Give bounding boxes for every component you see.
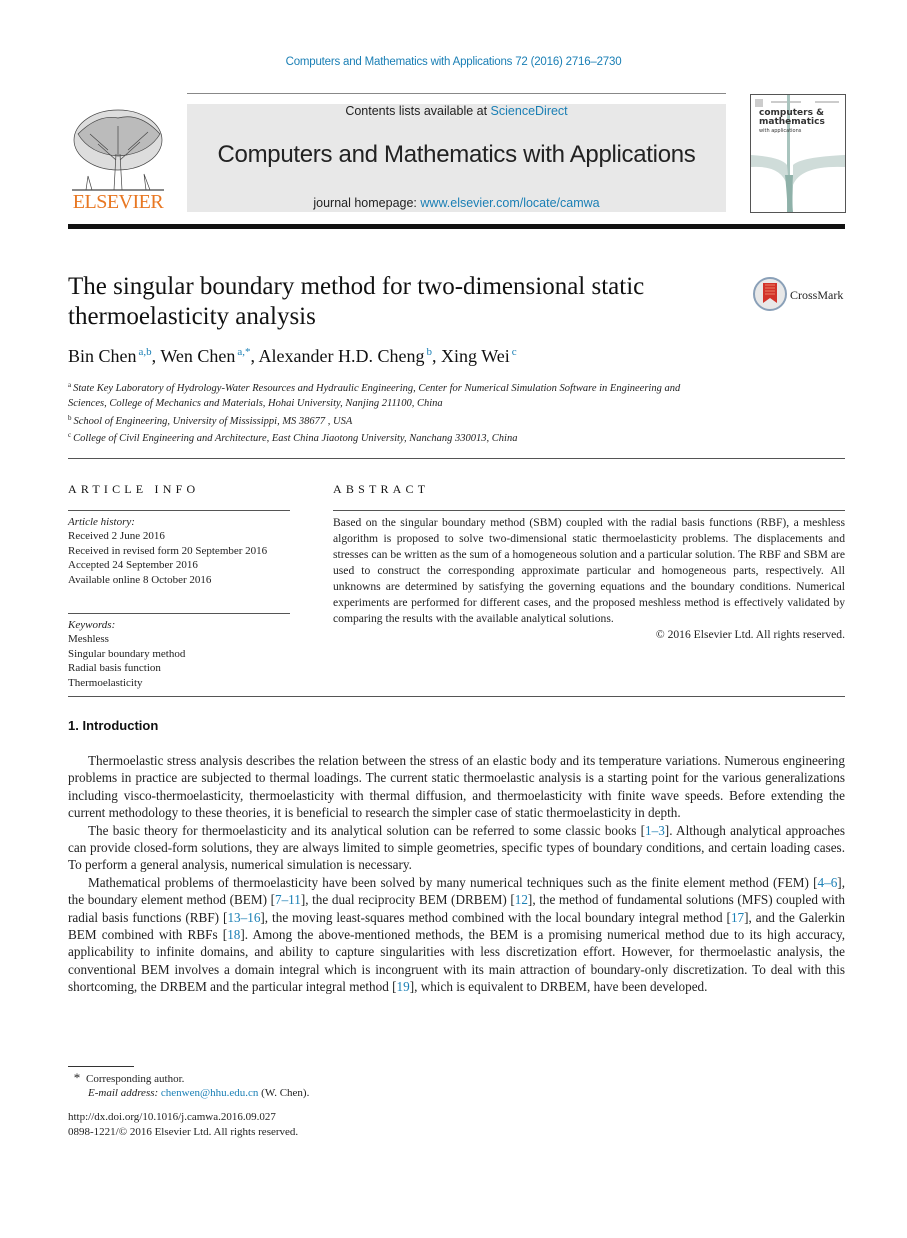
journal-title: Computers and Mathematics with Applicati…: [217, 141, 696, 168]
keyword-item: Radial basis function: [68, 662, 161, 675]
author-name[interactable]: Alexander H.D. Cheng: [259, 346, 425, 366]
elsevier-logo[interactable]: ELSEVIER: [68, 104, 168, 214]
author-name[interactable]: Xing Wei: [441, 346, 510, 366]
keyword-item: Thermoelasticity: [68, 676, 143, 689]
affiliation-text: State Key Laboratory of Hydrology-Water …: [68, 383, 681, 409]
affiliation-text: School of Engineering, University of Mis…: [73, 416, 353, 427]
journal-homepage-line: journal homepage: www.elsevier.com/locat…: [187, 196, 726, 210]
affiliation-b: b School of Engineering, University of Mi…: [68, 411, 708, 429]
text-run: ], the moving least-squares method combi…: [260, 909, 731, 925]
history-item: Accepted 24 September 2016: [68, 559, 198, 572]
paragraph: The basic theory for thermoelasticity an…: [68, 822, 845, 874]
doi-link[interactable]: http://dx.doi.org/10.1016/j.camwa.2016.0…: [68, 1110, 276, 1125]
email-link[interactable]: chenwen@hhu.edu.cn: [161, 1087, 259, 1099]
divider: [68, 510, 290, 511]
divider: [68, 613, 290, 614]
cover-title-line2: mathematics: [759, 117, 825, 127]
author-name[interactable]: Wen Chen: [160, 346, 235, 366]
keywords-label: Keywords:: [68, 619, 116, 631]
author-name[interactable]: Bin Chen: [68, 346, 137, 366]
affiliation-mark: c: [68, 431, 72, 439]
abstract-body: Based on the singular boundary method (S…: [333, 515, 845, 643]
affiliation-mark: a: [68, 381, 72, 389]
author-affiliation-mark[interactable]: b: [427, 346, 433, 358]
journal-homepage-link[interactable]: www.elsevier.com/locate/camwa: [420, 196, 599, 210]
contents-available-line: Contents lists available at ScienceDirec…: [187, 104, 726, 118]
history-item: Available online 8 October 2016: [68, 573, 212, 586]
author-affiliation-mark[interactable]: a,*: [237, 346, 250, 358]
sciencedirect-link[interactable]: ScienceDirect: [491, 104, 568, 118]
homepage-prefix: journal homepage:: [313, 196, 421, 210]
divider: [333, 510, 845, 511]
keyword-item: Singular boundary method: [68, 647, 186, 660]
citation-link[interactable]: 17: [731, 910, 744, 925]
cover-title-line3: with applications: [759, 128, 802, 134]
citation-link[interactable]: 19: [397, 979, 410, 994]
affiliation-c: c College of Civil Engineering and Archit…: [68, 428, 708, 446]
citation-link[interactable]: 18: [227, 927, 240, 942]
crossmark-icon: [753, 277, 787, 311]
citation-link[interactable]: 7–11: [275, 892, 301, 907]
header-divider: [187, 93, 726, 94]
affiliation-text: College of Civil Engineering and Archite…: [73, 433, 518, 444]
section-heading-introduction: 1. Introduction: [68, 718, 159, 733]
article-history-label: Article history:: [68, 516, 135, 528]
affiliation-a: a State Key Laboratory of Hydrology-Water…: [68, 378, 708, 411]
journal-cover-image[interactable]: computers & mathematics with application…: [750, 94, 846, 213]
citation-link[interactable]: 1–3: [645, 823, 665, 838]
elsevier-tree-icon: [72, 109, 164, 191]
elsevier-wordmark: ELSEVIER: [72, 191, 164, 213]
text-run: ], the dual reciprocity BEM (DRBEM) [: [300, 892, 515, 908]
keywords: Keywords: Meshless Singular boundary met…: [68, 618, 290, 690]
footnote-corresponding: * Corresponding author.: [68, 1070, 185, 1087]
text-run: ], which is equivalent to DRBEM, have be…: [409, 979, 708, 995]
keyword-item: Meshless: [68, 633, 109, 646]
article-history: Article history: Received 2 June 2016 Re…: [68, 515, 290, 587]
citation-link[interactable]: 4–6: [818, 875, 838, 890]
crossmark-button[interactable]: CrossMark: [752, 276, 848, 314]
divider: [68, 458, 845, 459]
citation-link[interactable]: 13–16: [227, 910, 260, 925]
text-run: The basic theory for thermoelasticity an…: [88, 822, 646, 838]
author-affiliation-mark[interactable]: a,b: [139, 346, 152, 358]
issn-copyright: 0898-1221/© 2016 Elsevier Ltd. All right…: [68, 1126, 299, 1138]
footnote-divider: [68, 1066, 134, 1067]
introduction-body: Thermoelastic stress analysis describes …: [68, 752, 845, 996]
citation-link[interactable]: 12: [515, 892, 528, 907]
paragraph: Thermoelastic stress analysis describes …: [68, 753, 845, 821]
asterisk-icon: *: [73, 1070, 81, 1085]
abstract-heading: ABSTRACT: [333, 482, 430, 496]
email-label: E-mail address:: [88, 1087, 161, 1099]
article-info-heading: ARTICLE INFO: [68, 482, 200, 496]
author-list: Bin Chen a,b, Wen Chen a,*, Alexander H.D.…: [68, 346, 517, 366]
corresponding-label: Corresponding author.: [86, 1073, 185, 1085]
journal-reference-link[interactable]: Computers and Mathematics with Applicati…: [0, 56, 907, 68]
abstract-paragraph: Based on the singular boundary method (S…: [333, 516, 845, 625]
contents-prefix: Contents lists available at: [345, 104, 491, 118]
footnote-email: E-mail address: chenwen@hhu.edu.cn (W. C…: [68, 1086, 309, 1101]
history-item: Received in revised form 20 September 20…: [68, 544, 268, 557]
divider: [68, 696, 845, 697]
text-run: Mathematical problems of thermoelasticit…: [88, 874, 818, 890]
history-item: Received 2 June 2016: [68, 530, 165, 543]
crossmark-label: CrossMark: [790, 288, 844, 302]
author-affiliation-mark[interactable]: c: [512, 346, 517, 358]
header-thick-divider: [68, 224, 845, 229]
paragraph: Mathematical problems of thermoelasticit…: [68, 874, 845, 996]
affiliation-mark: b: [68, 414, 72, 422]
abstract-copyright: © 2016 Elsevier Ltd. All rights reserved…: [655, 628, 845, 641]
email-suffix: (W. Chen).: [258, 1087, 310, 1099]
article-title: The singular boundary method for two-dim…: [68, 273, 645, 330]
